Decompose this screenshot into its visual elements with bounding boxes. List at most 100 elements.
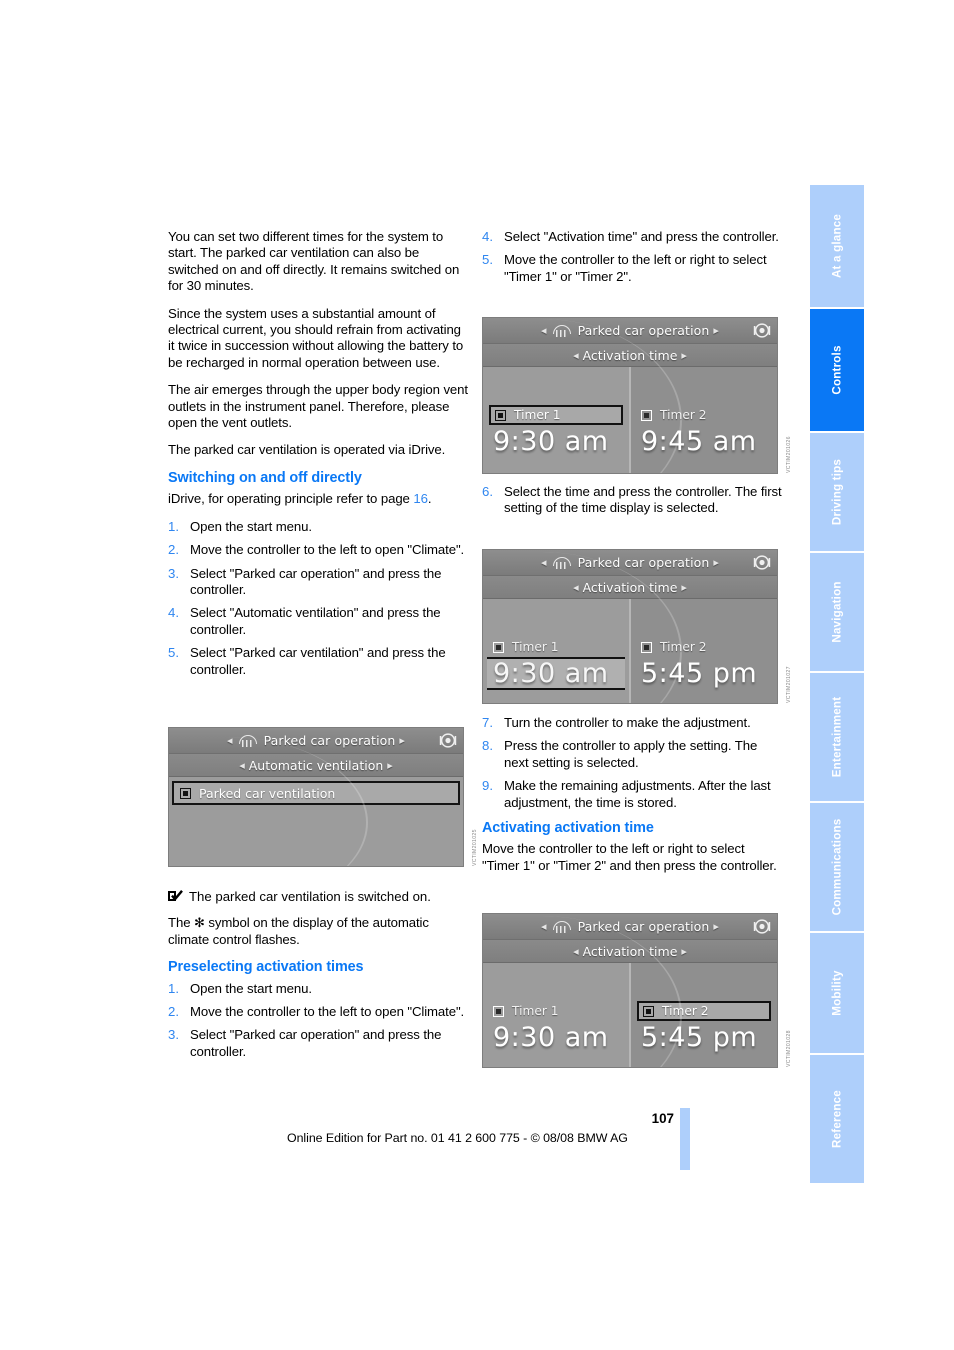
left-arrow-icon: ◂ (573, 348, 579, 362)
footer-copyright: Online Edition for Part no. 01 41 2 600 … (287, 1131, 628, 1145)
timer2-time[interactable]: 9:45 am (635, 425, 773, 458)
step-text: Make the remaining adjustments. After th… (504, 778, 771, 810)
sidebar-tab-controls[interactable]: Controls (810, 309, 864, 431)
right-column-continued: 7. Turn the controller to make the adjus… (482, 715, 782, 874)
idrive-controller-icon (753, 555, 771, 570)
car-ventilation-icon (551, 920, 573, 933)
timer2-time[interactable]: 5:45 pm (635, 657, 773, 690)
sidebar-tab-reference[interactable]: Reference (810, 1055, 864, 1183)
paragraph-intro-3: The air emerges through the upper body r… (168, 382, 468, 431)
idrive-body: Timer 1 9:30 am Timer 2 5:45 pm (483, 551, 777, 703)
sidebar-tab-navigation[interactable]: Navigation (810, 553, 864, 671)
timer2-label-selected[interactable]: Timer 2 (637, 1001, 771, 1021)
idrive-list-item-parked-car-ventilation[interactable]: Parked car ventilation (172, 781, 460, 805)
step-text: Select "Activation time" and press the c… (504, 229, 779, 244)
sidebar-tab-mobility[interactable]: Mobility (810, 933, 864, 1053)
step-number: 2. (168, 542, 179, 558)
page-link-16[interactable]: 16 (413, 491, 428, 506)
step-item: 1. Open the start menu. (168, 981, 468, 997)
step-number: 5. (168, 645, 179, 661)
step-item: 5. Move the controller to the left or ri… (482, 252, 782, 285)
checkbox-icon (495, 409, 506, 421)
idrive-screenshot-activation-time-timer1: ◂ Parked car operation ▸ ◂ Activation ti… (482, 317, 778, 474)
paragraph-intro-2: Since the system uses a substantial amou… (168, 305, 464, 370)
timer1-label-text: Timer 1 (514, 408, 561, 422)
sidebar-tab-communications[interactable]: Communications (810, 803, 864, 931)
steps-top-right: 4. Select "Activation time" and press th… (482, 229, 782, 285)
step-item: 3. Select "Parked car operation" and pre… (168, 1027, 468, 1060)
timer2-pane[interactable]: Timer 2 5:45 pm (629, 963, 777, 1067)
sidebar-tab-driving-tips[interactable]: Driving tips (810, 433, 864, 551)
sidebar-tab-entertainment[interactable]: Entertainment (810, 673, 864, 801)
figure-code: VCTIM201027 (786, 666, 792, 703)
timer2-label-text: Timer 2 (660, 408, 707, 422)
step-text: Select "Parked car ventilation" and pres… (190, 645, 446, 677)
timer2-pane[interactable]: Timer 2 5:45 pm (629, 599, 777, 703)
step-number: 9. (482, 778, 493, 794)
paragraph-intro-1: You can set two different times for the … (168, 229, 460, 294)
left-arrow-icon: ◂ (239, 758, 245, 772)
checkbox-icon (641, 641, 652, 653)
step-text: Move the controller to the left or right… (504, 252, 767, 284)
figure-code: VCTIM201026 (786, 436, 792, 473)
right-arrow-icon: ▸ (713, 556, 720, 569)
step-item: 9. Make the remaining adjustments. After… (482, 778, 782, 811)
idrive-body: Timer 1 9:30 am Timer 2 9:45 am (483, 318, 777, 473)
timer2-pane[interactable]: Timer 2 9:45 am (629, 367, 777, 473)
step-number: 1. (168, 518, 179, 534)
steps-bottom-right: 7. Turn the controller to make the adjus… (482, 715, 782, 811)
timer2-label[interactable]: Timer 2 (637, 637, 771, 657)
timer2-time[interactable]: 5:45 pm (635, 1021, 773, 1054)
timer1-label-selected[interactable]: Timer 1 (489, 405, 623, 425)
step-text: Select "Parked car operation" and press … (190, 565, 442, 597)
idrive-screenshot-automatic-ventilation: ◂ Parked car operation ▸ ◂ Automatic ven… (168, 727, 464, 867)
idrive-subtitle: Automatic ventilation (248, 757, 384, 773)
step-text: Move the controller to the left to open … (190, 1004, 465, 1020)
timer1-pane[interactable]: Timer 1 9:30 am (483, 367, 629, 473)
timer1-label[interactable]: Timer 1 (489, 1001, 623, 1021)
step-item: 6. Select the time and press the control… (482, 484, 782, 517)
step-text: Press the controller to apply the settin… (504, 738, 758, 770)
checkbox-icon (643, 1005, 654, 1017)
page-number: 107 (651, 1111, 674, 1126)
heading-preselecting-activation-times: Preselecting activation times (168, 959, 364, 976)
right-column-step6: 6. Select the time and press the control… (482, 484, 782, 526)
idrive-timer-panes: Timer 1 9:30 am Timer 2 9:45 am (483, 367, 777, 473)
left-arrow-icon: ◂ (540, 556, 547, 569)
idrive-title-bar: ◂ Parked car operation ▸ (483, 914, 777, 940)
sidebar-tab-label: Communications (830, 818, 844, 916)
idrive-controller-icon (753, 919, 771, 934)
sidebar-tab-at-a-glance[interactable]: At a glance (810, 185, 864, 307)
checkbox-check-icon (168, 890, 184, 904)
left-column: You can set two different times for the … (168, 229, 468, 687)
step-number: 1. (168, 980, 179, 996)
timer1-label[interactable]: Timer 1 (489, 637, 623, 657)
paragraph-activating: Move the controller to the left or right… (482, 841, 777, 873)
idrive-ref-prefix: iDrive, for operating principle refer to… (168, 491, 414, 507)
right-arrow-icon: ▸ (713, 324, 720, 337)
step-text: Select the time and press the controller… (504, 484, 782, 516)
checkbox-icon (641, 409, 652, 421)
timer1-time-selected[interactable]: 9:30 am (487, 657, 625, 690)
note-text: The parked car ventilation is switched o… (189, 889, 431, 904)
step-item: 4. Select "Activation time" and press th… (482, 229, 782, 245)
sidebar-tab-label: Driving tips (830, 458, 844, 526)
sidebar-tab-label: Reference (830, 1090, 844, 1148)
step-item: 4. Select "Automatic ventilation" and pr… (168, 605, 468, 638)
idrive-controller-icon (753, 323, 771, 338)
timer1-time[interactable]: 9:30 am (487, 1021, 625, 1054)
step-item: 2. Move the controller to the left to op… (168, 542, 468, 558)
steps-preselecting: 1. Open the start menu. 2. Move the cont… (168, 981, 468, 1061)
timer1-pane[interactable]: Timer 1 9:30 am (483, 599, 629, 703)
timer1-time[interactable]: 9:30 am (487, 425, 625, 458)
timer1-pane[interactable]: Timer 1 9:30 am (483, 963, 629, 1067)
left-arrow-icon: ◂ (540, 920, 547, 933)
step-number: 3. (168, 1027, 179, 1043)
heading-activating-activation-time: Activating activation time (482, 820, 654, 837)
figure-code: VCTIM201025 (472, 829, 478, 866)
timer2-label[interactable]: Timer 2 (637, 405, 771, 425)
idrive-subtitle: Activation time (582, 579, 678, 595)
step-item: 7. Turn the controller to make the adjus… (482, 715, 782, 731)
step-text: Move the controller to the left to open … (190, 542, 465, 558)
idrive-title-bar: ◂ Parked car operation ▸ (169, 728, 463, 754)
